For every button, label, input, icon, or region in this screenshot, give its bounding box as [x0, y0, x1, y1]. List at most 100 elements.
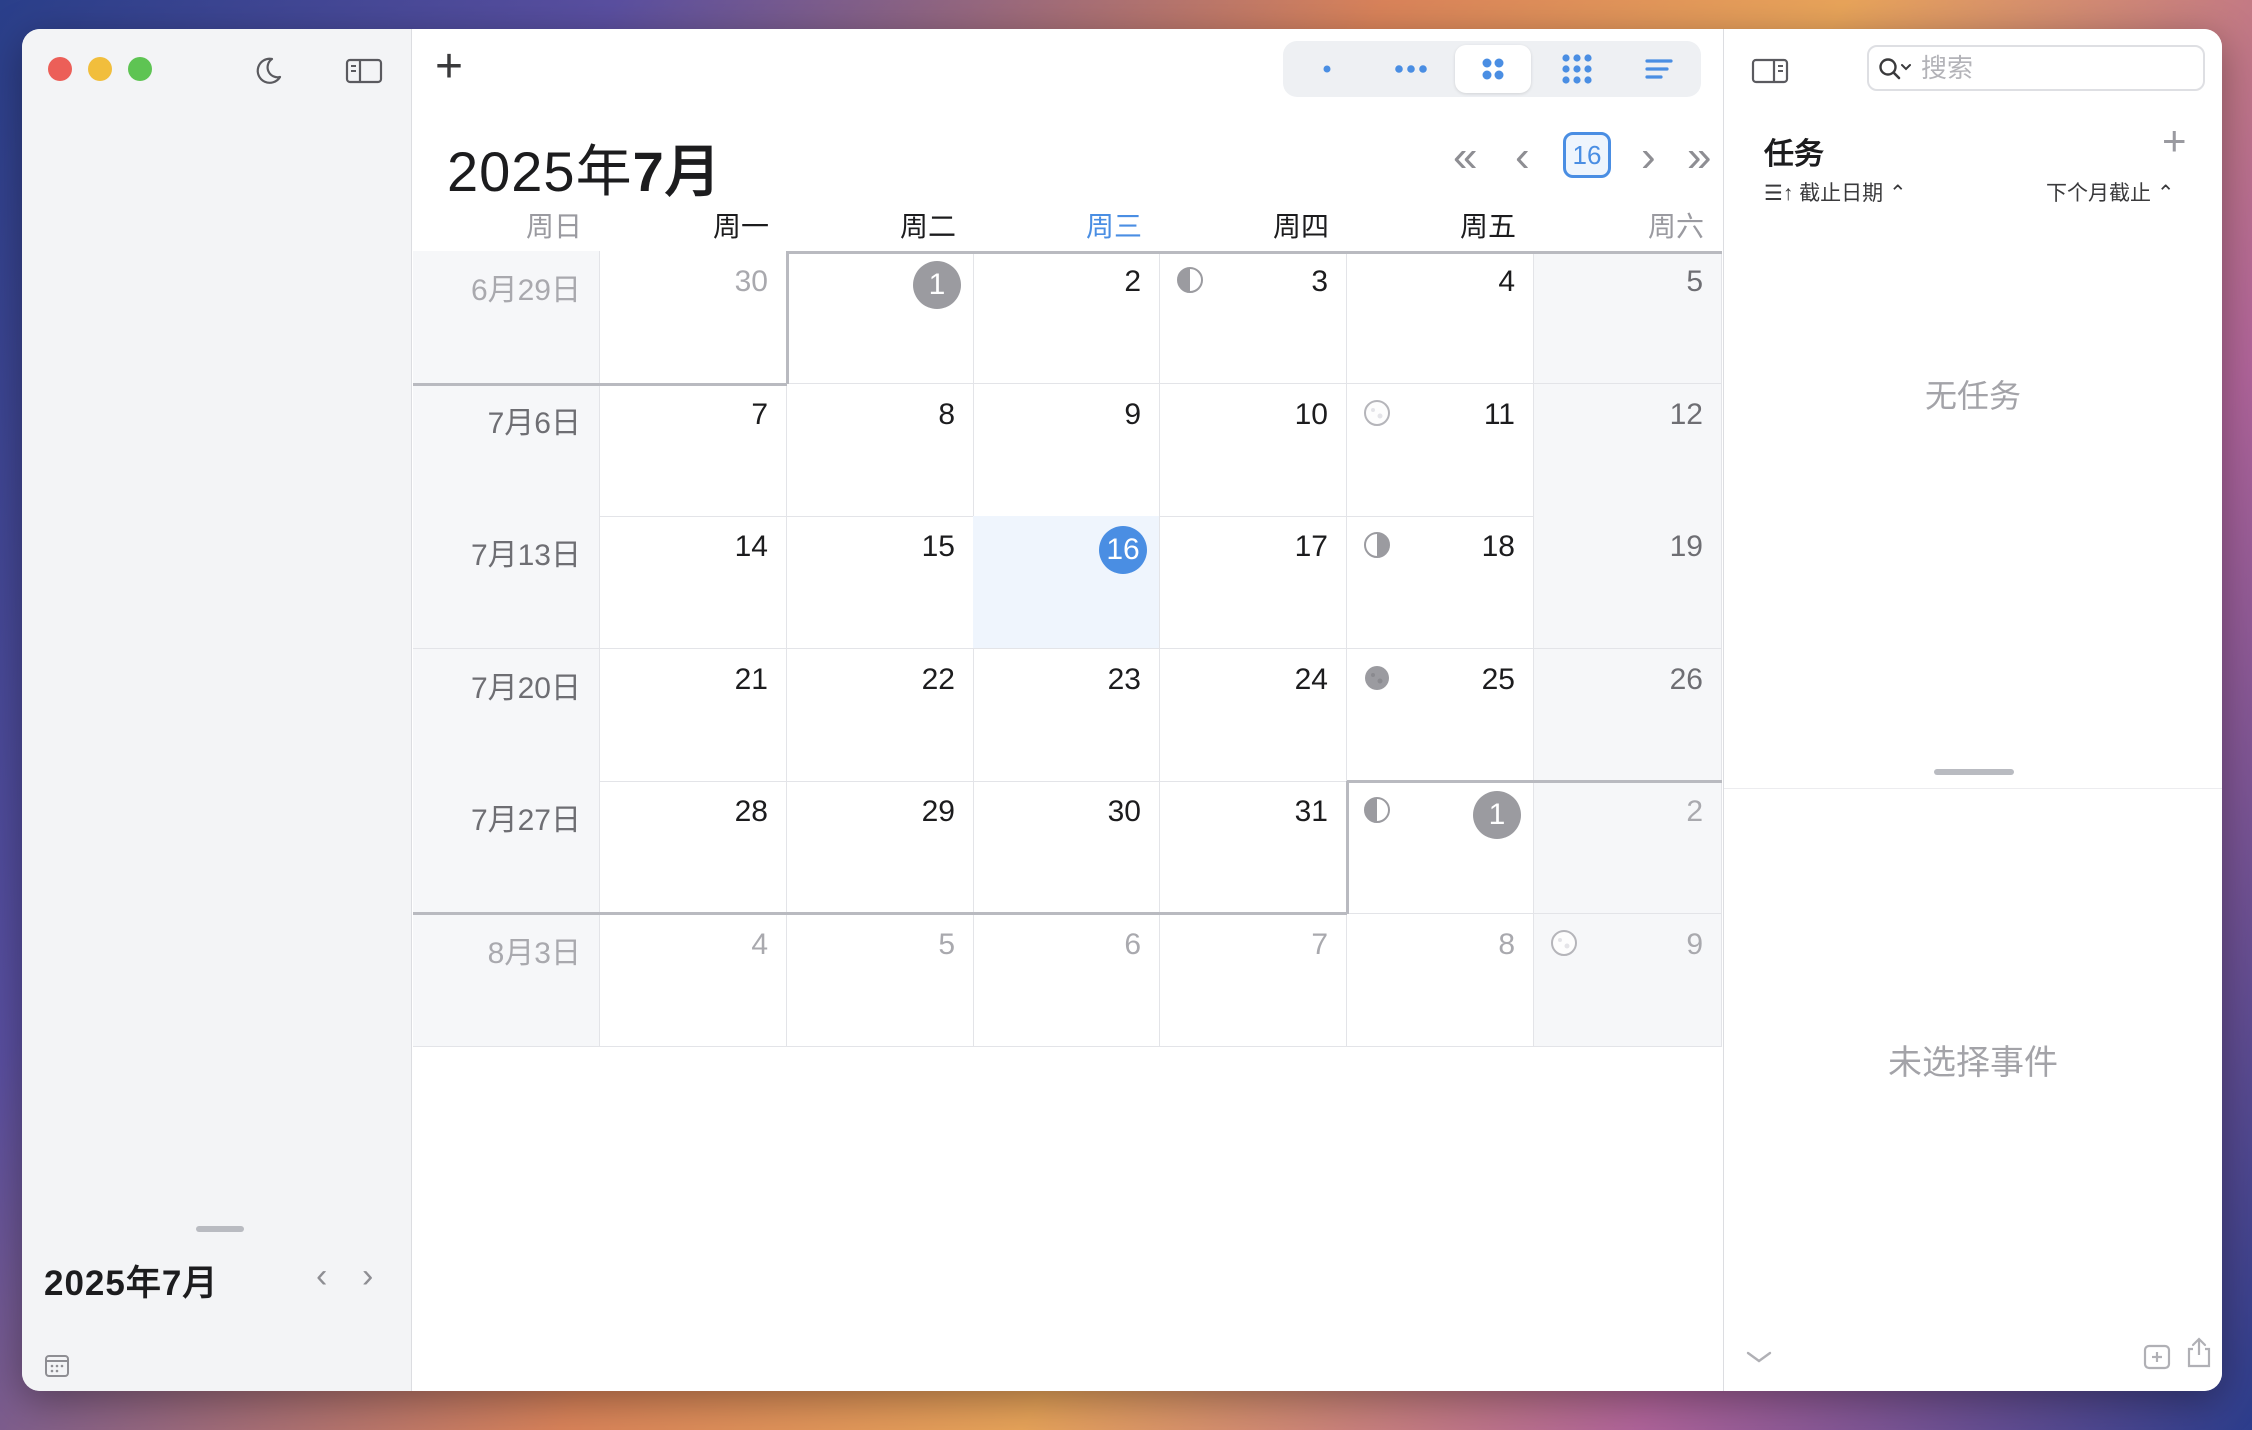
- day-cell[interactable]: 7月27日: [413, 781, 600, 914]
- day-cell[interactable]: 9: [973, 384, 1160, 517]
- day-cell[interactable]: 12: [1534, 384, 1722, 517]
- day-cell[interactable]: 31: [1160, 781, 1347, 914]
- day-cell[interactable]: 26: [1534, 649, 1722, 782]
- day-cell[interactable]: 23: [973, 649, 1160, 782]
- inspector-panel: 任务 + ☰↑ 截止日期 ⌃ 下个月截止 ⌃ 无任务 未选择事件: [1723, 29, 2222, 1391]
- day-cell[interactable]: 22: [787, 649, 974, 782]
- day-number: 8: [1498, 928, 1515, 961]
- weekday-header: 周日: [525, 211, 582, 242]
- share-button[interactable]: [2184, 1335, 2214, 1369]
- day-number: 17: [1294, 530, 1328, 563]
- next-year-button[interactable]: »: [1687, 135, 1711, 179]
- weekday-header: 周三: [1085, 211, 1142, 242]
- task-due-filter-button[interactable]: 下个月截止 ⌃: [2046, 177, 2174, 207]
- day-cell[interactable]: 9: [1534, 914, 1722, 1047]
- day-cell[interactable]: 6月29日: [413, 251, 600, 384]
- day-cell[interactable]: 7月13日: [413, 516, 600, 649]
- nine-dots-icon: [1562, 54, 1592, 84]
- day-number: 22: [921, 663, 955, 696]
- day-cell[interactable]: 30: [600, 251, 787, 384]
- view-month-button[interactable]: [1455, 45, 1531, 93]
- view-day-button[interactable]: [1289, 45, 1365, 93]
- day-number: 25: [1481, 663, 1515, 696]
- day-cell[interactable]: 10: [1160, 384, 1347, 517]
- add-task-button[interactable]: +: [2162, 117, 2187, 165]
- today-button[interactable]: 16: [1563, 132, 1611, 178]
- day-cell[interactable]: 19: [1534, 516, 1722, 649]
- day-number: 15: [921, 530, 955, 563]
- moon-icon: [256, 57, 282, 84]
- dark-mode-toggle[interactable]: [248, 51, 288, 91]
- zoom-window-button[interactable]: [128, 57, 152, 81]
- sidebar-toggle-button[interactable]: [344, 55, 384, 87]
- view-week-button[interactable]: [1373, 45, 1449, 93]
- panel-resize-handle[interactable]: [1934, 769, 2014, 775]
- day-number: 5: [1686, 265, 1703, 298]
- calendar-main: + 2025年7月 « ‹ 16 › » 周日 周一 周二 周三 周四 周五 周…: [413, 29, 1722, 1391]
- day-cell[interactable]: 1: [787, 251, 974, 384]
- day-cell[interactable]: 7: [600, 384, 787, 517]
- calendars-list-button[interactable]: [44, 1352, 70, 1378]
- view-year-button[interactable]: [1539, 45, 1615, 93]
- day-number: 24: [1294, 663, 1328, 696]
- day-cell[interactable]: 4: [1347, 251, 1534, 384]
- close-window-button[interactable]: [48, 57, 72, 81]
- day-number: 26: [1669, 663, 1703, 696]
- day-cell[interactable]: 24: [1160, 649, 1347, 782]
- search-icon[interactable]: [1877, 55, 1915, 83]
- inspector-toggle-button[interactable]: [1750, 55, 1790, 87]
- add-event-button[interactable]: +: [435, 43, 463, 91]
- day-cell[interactable]: 25: [1347, 649, 1534, 782]
- day-cell[interactable]: 7: [1160, 914, 1347, 1047]
- day-cell[interactable]: 15: [787, 516, 974, 649]
- minimize-window-button[interactable]: [88, 57, 112, 81]
- weekday-header: 周五: [1459, 211, 1516, 242]
- day-cell[interactable]: 11: [1347, 384, 1534, 517]
- month-title-month: 7月: [632, 140, 722, 203]
- collapse-details-button[interactable]: [1744, 1345, 1774, 1369]
- calendar-plus-icon: [2143, 1344, 2171, 1370]
- view-list-button[interactable]: [1621, 45, 1697, 93]
- day-cell[interactable]: 8月3日: [413, 914, 600, 1047]
- day-cell[interactable]: 8: [787, 384, 974, 517]
- mini-calendar-next-button[interactable]: ›: [362, 1257, 373, 1296]
- day-cell[interactable]: 7月6日: [413, 384, 600, 517]
- day-cell[interactable]: 1: [1347, 781, 1534, 914]
- day-cell[interactable]: 17: [1160, 516, 1347, 649]
- day-number: 14: [734, 530, 768, 563]
- day-cell[interactable]: 29: [787, 781, 974, 914]
- day-cell[interactable]: 30: [973, 781, 1160, 914]
- view-mode-segmented-control: [1283, 41, 1701, 97]
- day-cell[interactable]: 5: [1534, 251, 1722, 384]
- next-month-button[interactable]: ›: [1641, 135, 1656, 179]
- day-cell[interactable]: 3: [1160, 251, 1347, 384]
- day-cell[interactable]: 2: [973, 251, 1160, 384]
- chevron-down-icon: [1746, 1351, 1772, 1363]
- day-cell[interactable]: 16: [973, 516, 1160, 649]
- share-icon: [2187, 1337, 2211, 1368]
- prev-year-button[interactable]: «: [1453, 135, 1477, 179]
- add-to-calendar-button[interactable]: [2142, 1341, 2172, 1371]
- day-cell[interactable]: 18: [1347, 516, 1534, 649]
- weekday-header: 周四: [1272, 211, 1329, 242]
- day-cell[interactable]: 14: [600, 516, 787, 649]
- day-cell[interactable]: 5: [787, 914, 974, 1047]
- calendar-icon: [45, 1355, 69, 1377]
- day-cell[interactable]: 21: [600, 649, 787, 782]
- day-cell[interactable]: 2: [1534, 781, 1722, 914]
- day-number: 31: [1294, 795, 1328, 828]
- day-cell[interactable]: 8: [1347, 914, 1534, 1047]
- task-sort-button[interactable]: ☰↑ 截止日期 ⌃: [1764, 177, 1907, 207]
- prev-month-button[interactable]: ‹: [1515, 135, 1530, 179]
- day-cell[interactable]: 7月20日: [413, 649, 600, 782]
- day-number: 8月3日: [487, 937, 581, 970]
- day-cell[interactable]: 4: [600, 914, 787, 1047]
- moon-phase-full-icon: [1548, 927, 1580, 959]
- day-number: 10: [1294, 398, 1328, 431]
- day-number: 7月20日: [470, 672, 581, 705]
- day-cell[interactable]: 28: [600, 781, 787, 914]
- sidebar-resize-handle[interactable]: [196, 1226, 244, 1232]
- search-input[interactable]: [1921, 51, 2191, 85]
- day-cell[interactable]: 6: [973, 914, 1160, 1047]
- mini-calendar-prev-button[interactable]: ‹: [316, 1257, 327, 1296]
